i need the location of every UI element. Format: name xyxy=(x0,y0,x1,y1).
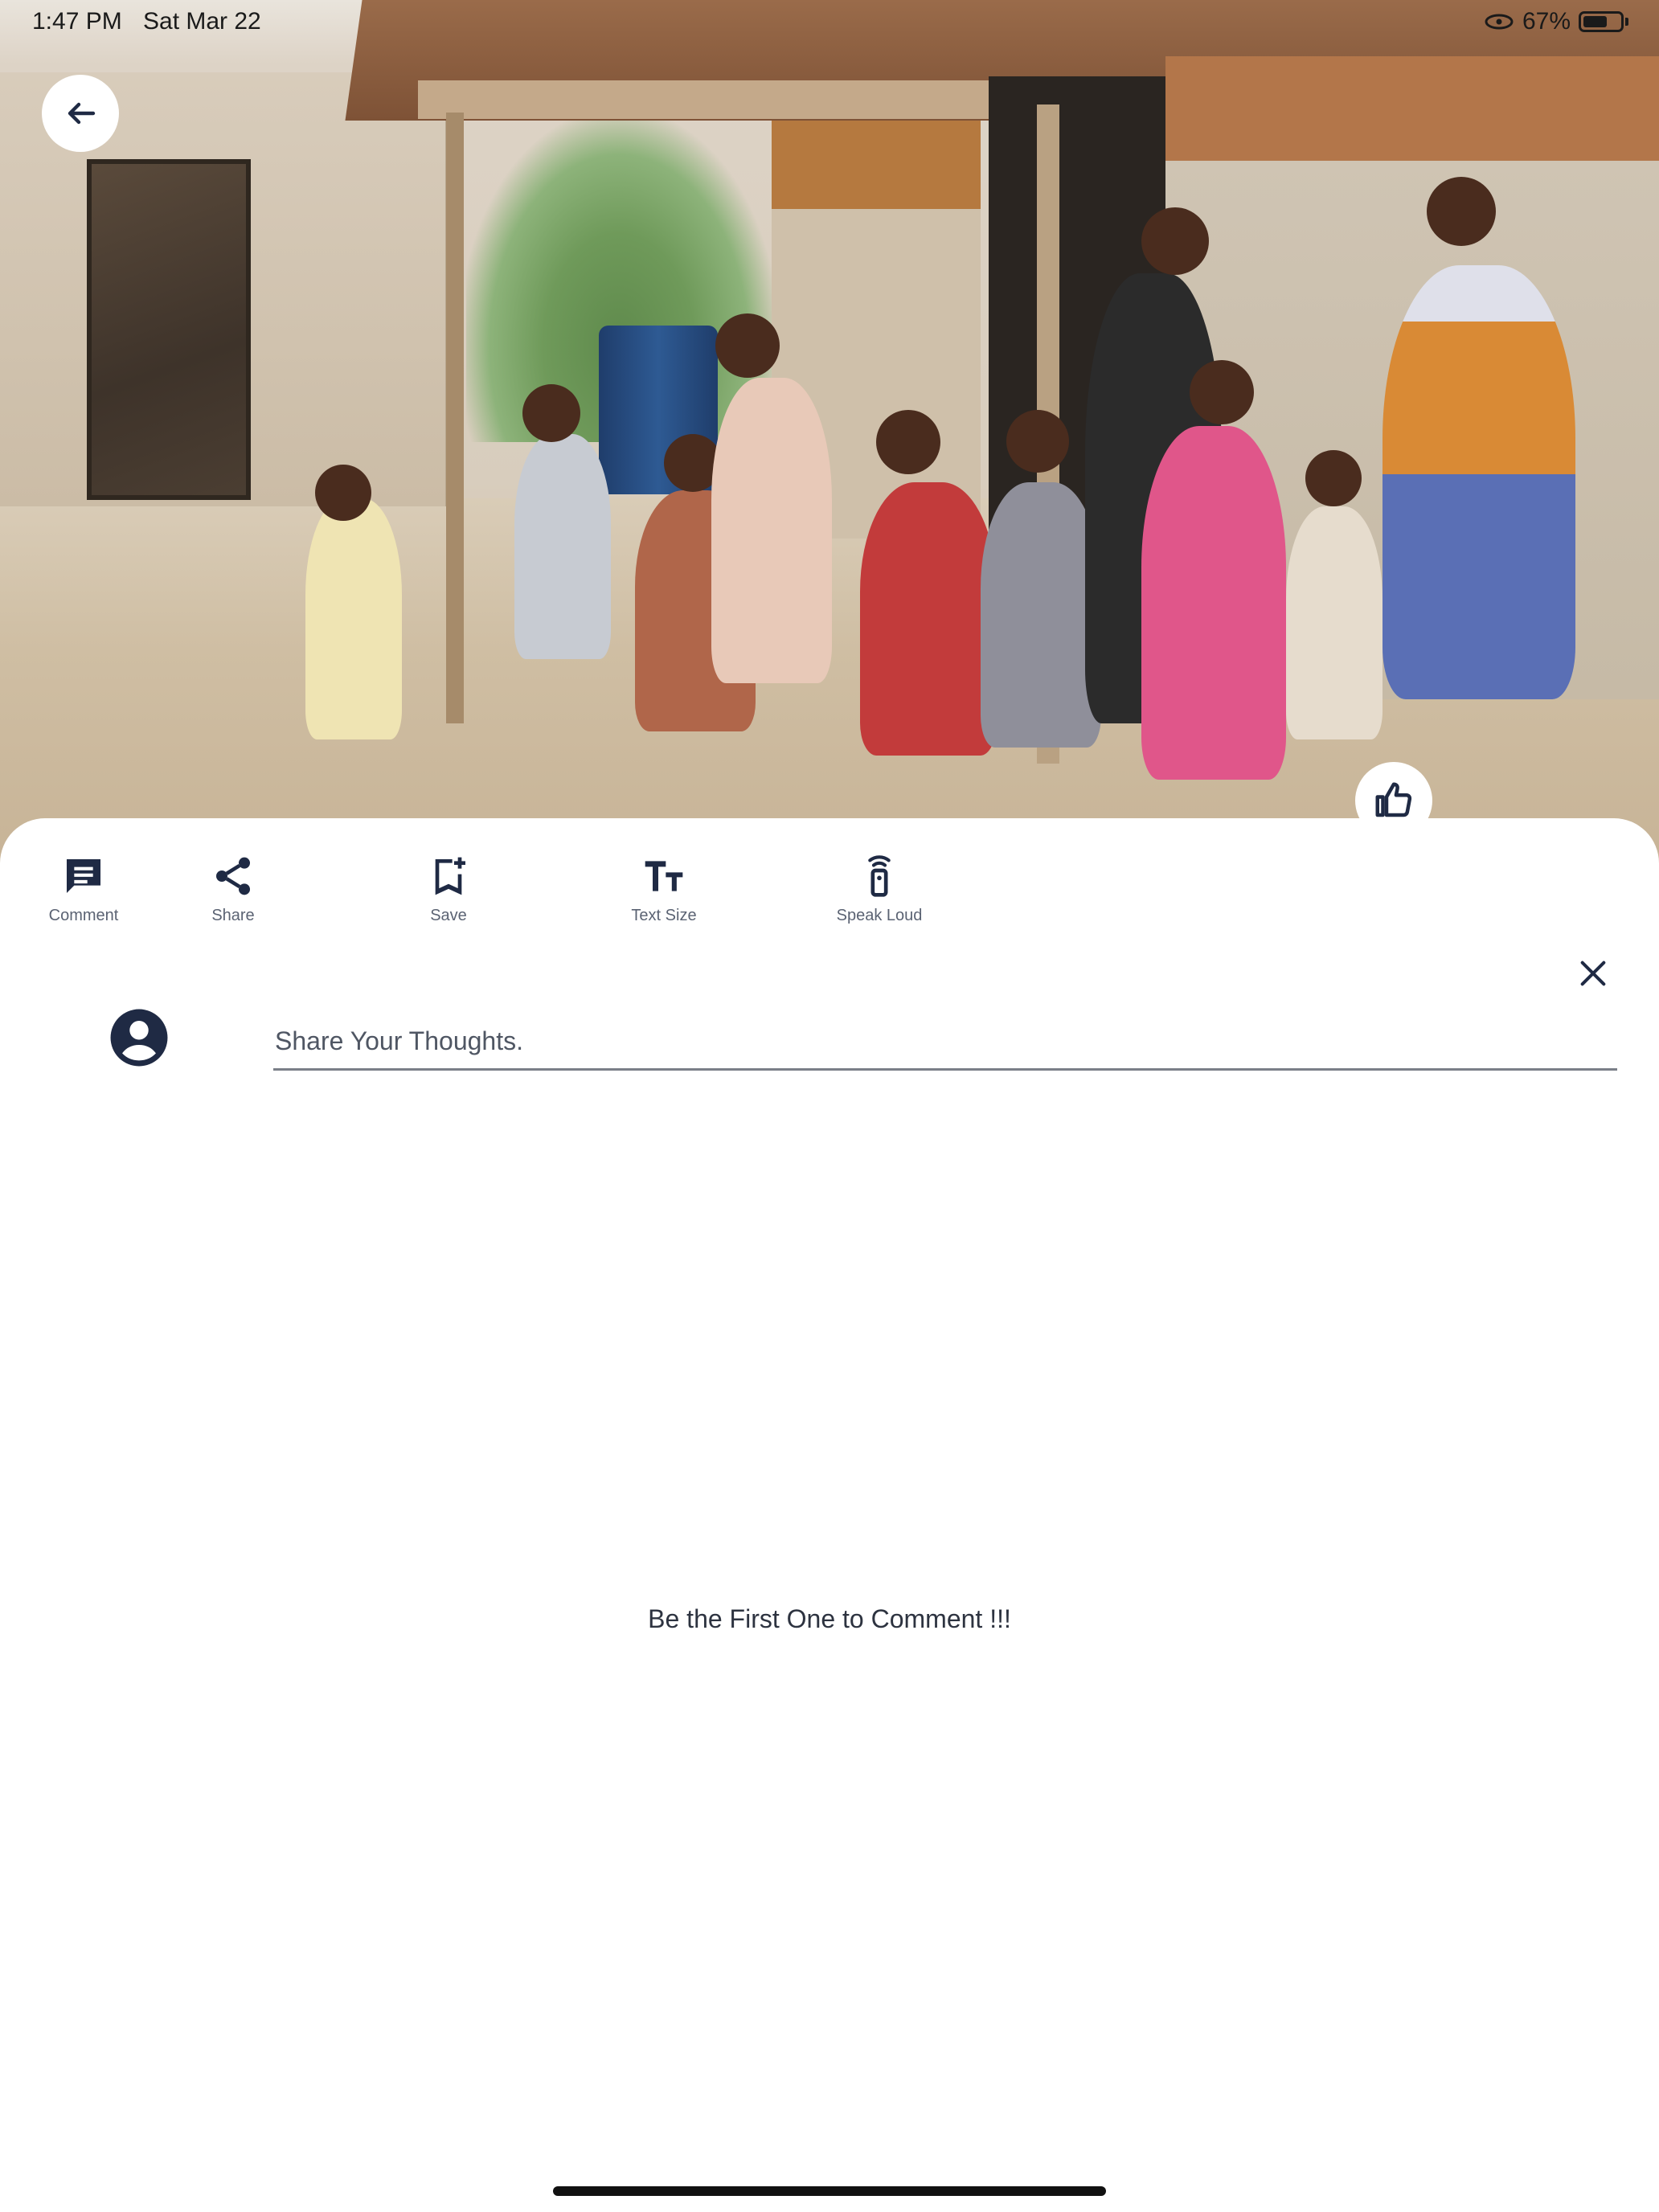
speak-loud-label: Speak Loud xyxy=(836,907,923,924)
child-figure xyxy=(711,378,832,683)
woman-head xyxy=(1427,177,1496,246)
child-figure xyxy=(860,482,997,756)
home-indicator[interactable] xyxy=(553,2186,1106,2196)
child-head xyxy=(876,410,940,474)
girl-head xyxy=(1190,360,1254,424)
roof-beam xyxy=(418,80,1061,119)
child-figure xyxy=(305,498,402,739)
child-figure xyxy=(514,434,611,659)
comment-label: Comment xyxy=(48,907,119,924)
account-circle-icon xyxy=(110,1009,168,1067)
screen-mirroring-icon xyxy=(1485,14,1514,30)
text-size-label: Text Size xyxy=(631,907,697,924)
article-hero-image xyxy=(0,0,1659,876)
child-head xyxy=(1305,450,1362,506)
arrow-left-icon xyxy=(68,102,96,125)
woman-head xyxy=(1141,207,1209,275)
share-icon xyxy=(216,857,250,895)
status-date: Sat Mar 22 xyxy=(143,8,261,35)
share-button[interactable]: Share xyxy=(145,854,322,925)
battery-icon xyxy=(1579,11,1624,32)
text-size-icon xyxy=(645,861,683,891)
battery-level xyxy=(1583,16,1607,27)
like-button[interactable] xyxy=(1355,762,1432,839)
status-indicators: 67% xyxy=(1484,8,1628,35)
thumbs-up-icon xyxy=(1375,782,1412,817)
empty-comments-message: Be the First One to Comment !!! xyxy=(648,1604,1011,1633)
woman-figure xyxy=(1382,265,1575,699)
comment-icon xyxy=(67,859,100,893)
child-head xyxy=(315,465,371,521)
share-label: Share xyxy=(211,907,255,924)
speak-loud-button[interactable]: Speak Loud xyxy=(791,854,968,925)
status-time: 1:47 PM xyxy=(32,8,122,35)
child-figure xyxy=(1286,506,1382,739)
text-size-button[interactable]: Text Size xyxy=(576,854,752,925)
speaker-icon xyxy=(868,855,891,897)
child-figure xyxy=(981,482,1101,748)
child-head xyxy=(715,313,780,378)
save-button[interactable]: Save xyxy=(360,854,537,925)
comment-input[interactable] xyxy=(273,1014,1617,1071)
child-head xyxy=(522,384,580,442)
back-button[interactable] xyxy=(42,75,119,152)
battery-percentage: 67% xyxy=(1522,8,1571,35)
save-label: Save xyxy=(430,907,467,924)
wooden-door xyxy=(87,159,251,500)
wooden-post xyxy=(446,113,464,723)
girl-figure xyxy=(1141,426,1286,780)
child-head xyxy=(1006,410,1069,473)
close-icon xyxy=(1580,961,1606,986)
bookmark-add-icon xyxy=(435,857,465,895)
close-comments-button[interactable] xyxy=(1572,952,1614,994)
battery-tip xyxy=(1625,18,1628,26)
